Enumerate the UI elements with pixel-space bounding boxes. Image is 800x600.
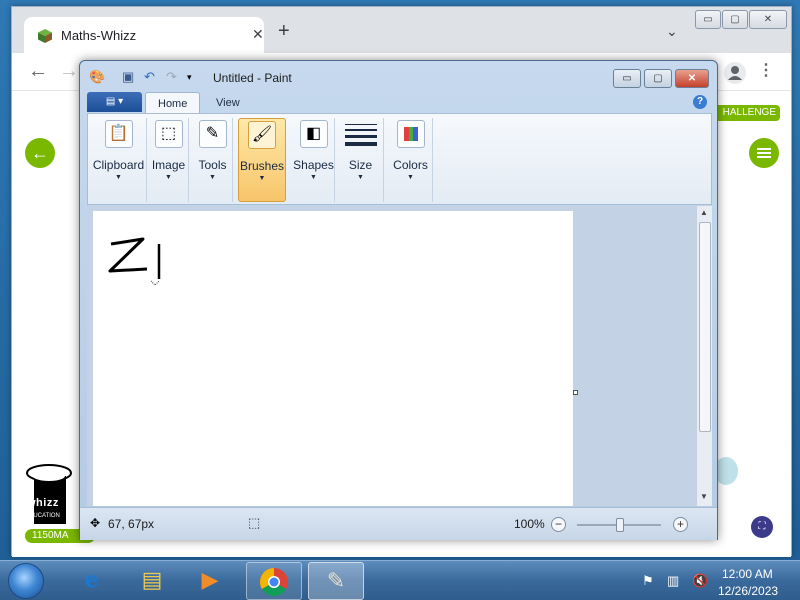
paint-window: 🎨 ▣ ↶ ↷ ▾ Untitled - Paint ▭ ▢ ✕ ▤ ▾ Hom…	[79, 60, 718, 540]
page-menu-button[interactable]	[749, 138, 779, 168]
fullscreen-icon[interactable]: ⛶	[751, 516, 773, 538]
shapes-group[interactable]: ◧ Shapes ▼	[293, 118, 335, 202]
chevron-down-icon: ▼	[407, 174, 414, 181]
scroll-thumb[interactable]	[699, 222, 711, 432]
chevron-down-icon: ▼	[165, 174, 172, 181]
chrome-logo-icon	[260, 568, 288, 596]
tools-icon: ✎	[198, 120, 227, 148]
logo-subtext: EDUCATION	[25, 513, 60, 519]
paint-taskbar-icon[interactable]: ✎	[308, 562, 364, 600]
chevron-down-icon: ▼	[357, 174, 364, 181]
clock-date[interactable]: 12/26/2023	[718, 584, 778, 598]
size-group[interactable]: Size ▼	[338, 118, 384, 202]
action-center-flag-icon[interactable]: ⚑	[642, 573, 654, 589]
paint-maximize-button[interactable]: ▢	[644, 69, 672, 88]
chrome-window-controls: ▭ ▢ ✕	[695, 10, 787, 29]
vertical-scrollbar[interactable]: ▲ ▼	[696, 206, 712, 506]
drawing-canvas[interactable]	[93, 211, 573, 506]
file-explorer-icon[interactable]: ▤	[124, 562, 180, 600]
canvas-resize-handle[interactable]	[573, 390, 578, 395]
clipboard-group[interactable]: 📋 Clipboard ▼	[91, 118, 147, 202]
whizz-favicon-icon	[38, 29, 52, 43]
select-icon: ⬚	[154, 120, 183, 148]
image-group[interactable]: ⬚ Image ▼	[149, 118, 189, 202]
clipboard-label: Clipboard	[92, 158, 145, 172]
canvas-workspace	[87, 206, 696, 506]
colors-icon	[396, 120, 425, 148]
chevron-down-icon: ▼	[310, 174, 317, 181]
paint-file-menu[interactable]: ▤ ▾	[87, 92, 142, 112]
browser-tab[interactable]: Maths-Whizz ✕	[24, 17, 264, 53]
page-back-button[interactable]: ←	[25, 138, 55, 168]
shapes-label: Shapes	[293, 158, 334, 172]
close-button[interactable]: ✕	[749, 10, 787, 29]
paint-minimize-button[interactable]: ▭	[613, 69, 641, 88]
undo-icon[interactable]: ↶	[144, 70, 155, 84]
scroll-down-icon[interactable]: ▼	[700, 492, 708, 501]
back-arrow-icon[interactable]: ←	[28, 61, 48, 81]
tab-close-icon[interactable]: ✕	[252, 26, 264, 43]
tab-home[interactable]: Home	[145, 92, 201, 114]
start-button[interactable]	[8, 563, 44, 599]
forward-arrow-icon[interactable]: →	[59, 61, 79, 81]
zoom-slider-thumb[interactable]	[616, 518, 624, 532]
selection-size-icon: ⬚	[248, 515, 261, 530]
chrome-taskbar-icon[interactable]	[246, 562, 302, 600]
zoom-level: 100%	[514, 517, 545, 531]
chevron-down-icon: ▼	[115, 174, 122, 181]
person-icon	[728, 66, 742, 80]
network-icon[interactable]: ▥	[667, 573, 679, 589]
logo-text: whizz	[27, 497, 59, 509]
brush-icon: 🖌	[248, 121, 276, 149]
drawn-stroke-z	[108, 237, 148, 273]
canvas-drawing	[108, 237, 161, 286]
customize-toolbar-icon[interactable]: ▾	[187, 70, 192, 84]
paint-app-icon[interactable]: 🎨	[89, 70, 105, 84]
size-label: Size	[348, 158, 373, 172]
zoom-in-button[interactable]: +	[673, 517, 688, 532]
clipboard-icon: 📋	[104, 120, 133, 148]
minimize-button[interactable]: ▭	[695, 10, 721, 29]
whizz-logo: whizz EDUCATION	[25, 464, 79, 524]
volume-muted-icon[interactable]: 🔇	[692, 573, 708, 589]
paint-title: Untitled - Paint	[213, 71, 292, 85]
new-tab-button[interactable]: +	[278, 21, 290, 41]
media-player-icon[interactable]: ▶	[182, 562, 238, 600]
palette-swatch-icon	[403, 127, 418, 141]
save-icon[interactable]: ▣	[122, 70, 134, 84]
tools-label: Tools	[198, 158, 227, 172]
profile-avatar-icon[interactable]	[724, 62, 746, 84]
tab-view[interactable]: View	[204, 92, 252, 114]
cursor-coordinates: 67, 67px	[108, 517, 155, 531]
image-label: Image	[151, 158, 186, 172]
cursor-icon	[150, 280, 160, 286]
scroll-up-icon[interactable]: ▲	[700, 208, 708, 217]
chrome-tab-strip: Maths-Whizz ✕ + ⌄ ▭ ▢ ✕	[12, 7, 791, 53]
brushes-label: Brushes	[239, 159, 285, 173]
maximize-button[interactable]: ▢	[722, 10, 748, 29]
taskbar: e ▤ ▶ ✎ ⚑ ▥ 🔇 12:00 AM 12/26/2023	[0, 560, 800, 600]
paint-close-button[interactable]: ✕	[675, 69, 709, 88]
move-cursor-icon: ✥	[90, 516, 101, 530]
colors-group[interactable]: Colors ▼	[389, 118, 433, 202]
ribbon-tabs: ▤ ▾ Home View ?	[80, 90, 717, 114]
ribbon: 📋 Clipboard ▼ ⬚ Image ▼ ✎ Tools ▼ 🖌 Brus…	[87, 113, 712, 205]
chevron-down-icon: ▼	[258, 175, 266, 182]
chevron-down-icon: ▼	[209, 174, 216, 181]
challenge-button[interactable]: HALLENGE	[718, 105, 780, 121]
redo-icon[interactable]: ↷	[166, 70, 177, 84]
colors-label: Colors	[393, 158, 428, 172]
brushes-group[interactable]: 🖌 Brushes ▼	[238, 118, 286, 202]
tab-title: Maths-Whizz	[61, 28, 137, 43]
paint-status-bar: ✥ 67, 67px ⬚ 100% − +	[80, 507, 717, 540]
tab-search-icon[interactable]: ⌄	[666, 23, 678, 40]
tools-group[interactable]: ✎ Tools ▼	[193, 118, 233, 202]
zoom-out-button[interactable]: −	[551, 517, 566, 532]
shapes-icon: ◧	[299, 120, 328, 148]
clock-time[interactable]: 12:00 AM	[722, 567, 773, 581]
internet-explorer-icon[interactable]: e	[64, 562, 120, 600]
chrome-menu-icon[interactable]: ⋮	[758, 62, 774, 80]
help-icon[interactable]: ?	[693, 95, 707, 109]
paint-window-controls: ▭ ▢ ✕	[613, 69, 711, 88]
